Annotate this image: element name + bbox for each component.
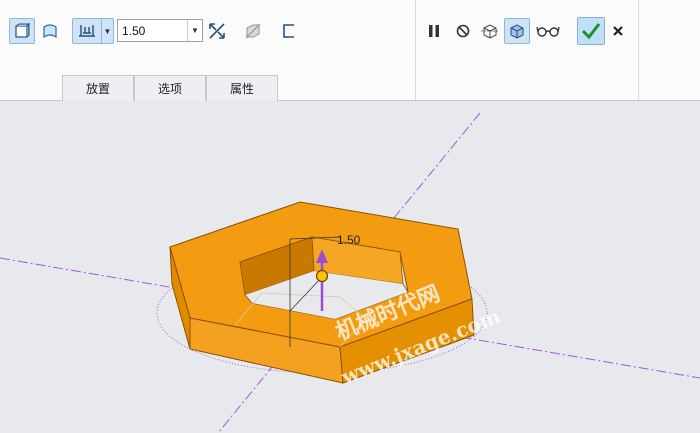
flip-direction-button[interactable] xyxy=(204,18,230,44)
preview-mesh-button[interactable] xyxy=(477,18,503,44)
verify-preview-icon xyxy=(510,24,524,39)
dashboard-tabs: 放置 选项 属性 xyxy=(62,75,278,101)
no-preview-icon xyxy=(456,24,470,38)
ok-button[interactable] xyxy=(577,17,605,45)
depth-type-split-button[interactable]: ▼ xyxy=(72,18,114,44)
graphics-viewport[interactable]: 1.50 机械时代网 www.jxage.com xyxy=(0,101,700,433)
tab-options[interactable]: 选项 xyxy=(134,75,206,101)
chevron-down-icon[interactable]: ▼ xyxy=(187,20,202,41)
solid-button[interactable] xyxy=(9,18,35,44)
tab-properties[interactable]: 属性 xyxy=(206,75,278,101)
blind-depth-icon[interactable] xyxy=(73,19,101,43)
ribbon-toolbar: ▼ 1.50 ▼ 放置 选项 属性 xyxy=(0,0,700,101)
solid-icon xyxy=(15,23,30,38)
glasses-icon xyxy=(536,26,560,37)
preview-mesh-icon xyxy=(481,24,499,39)
verify-preview-button[interactable] xyxy=(504,18,530,44)
surface-icon xyxy=(43,24,57,39)
thickness-value[interactable]: 1.50 xyxy=(122,24,145,38)
close-icon xyxy=(613,26,623,36)
dimension-label: 1.50 xyxy=(337,233,361,247)
remove-material-icon xyxy=(245,23,261,39)
remove-material-button[interactable] xyxy=(240,18,266,44)
thickness-input[interactable]: 1.50 ▼ xyxy=(117,19,203,42)
drag-handle[interactable] xyxy=(315,269,329,283)
glasses-button[interactable] xyxy=(535,18,561,44)
tab-placement[interactable]: 放置 xyxy=(62,75,134,101)
chevron-down-icon[interactable]: ▼ xyxy=(101,19,113,43)
flip-direction-icon xyxy=(209,23,225,39)
thicken-sketch-icon xyxy=(283,24,294,38)
pause-button[interactable] xyxy=(421,18,447,44)
thicken-sketch-button[interactable] xyxy=(276,18,302,44)
surface-button[interactable] xyxy=(37,18,63,44)
pause-icon xyxy=(429,25,439,37)
divider xyxy=(638,0,639,100)
check-icon xyxy=(581,23,601,40)
no-preview-button[interactable] xyxy=(450,18,476,44)
divider xyxy=(415,0,416,100)
cancel-button[interactable] xyxy=(605,18,631,44)
